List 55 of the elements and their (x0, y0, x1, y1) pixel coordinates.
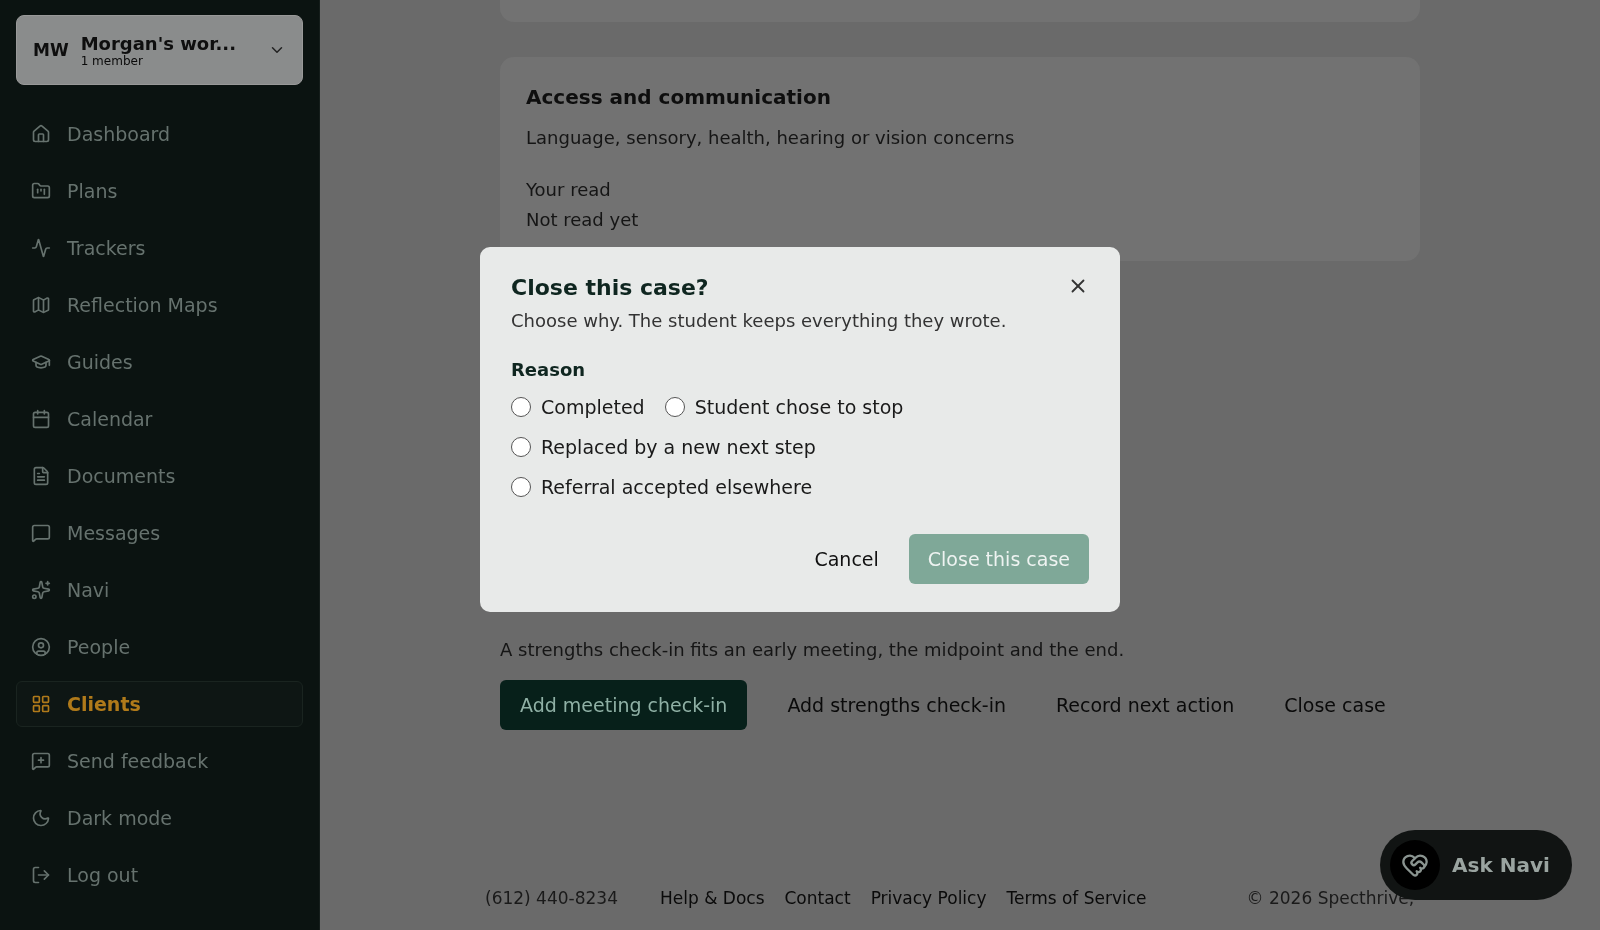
cancel-button[interactable]: Cancel (796, 534, 897, 584)
sidebar-item[interactable]: Documents (16, 452, 303, 499)
sidebar-item[interactable]: Plans (16, 167, 303, 214)
user-circle-icon (31, 636, 51, 657)
read-value: Not read yet (526, 208, 640, 232)
sidebar-item[interactable]: Clients (16, 680, 303, 727)
sidebar-item[interactable]: Reflection Maps (16, 281, 303, 328)
sidebar-item[interactable]: Guides (16, 338, 303, 385)
sidebar-item[interactable]: Messages (16, 509, 303, 556)
footer-link[interactable]: Contact (784, 888, 851, 908)
card-title: Access and communication (526, 85, 832, 109)
sparkle-icon (31, 579, 51, 600)
house-icon (31, 123, 51, 144)
logout-icon (31, 864, 51, 885)
feedback-icon (31, 750, 51, 771)
option-label: Completed (541, 396, 645, 418)
sidebar-item[interactable]: Calendar (16, 395, 303, 442)
workspace-initials: MW (33, 40, 69, 60)
action-button[interactable]: Add strengths check-in (767, 680, 1026, 730)
folder-icon (31, 180, 51, 201)
footer-link[interactable]: Help & Docs (659, 888, 765, 908)
phone-number: (612) 440-8234 (485, 888, 618, 908)
sidebar-item[interactable]: Log out (16, 851, 303, 898)
map-icon (31, 294, 51, 315)
member-count: 1 member (80, 53, 143, 68)
sidebar-item[interactable]: Send feedback (16, 737, 303, 784)
sidebar-item[interactable]: People (16, 623, 303, 670)
confirm-button[interactable]: Close this case (908, 534, 1089, 584)
action-button[interactable]: Record next action (1036, 680, 1255, 730)
document-icon (31, 465, 51, 486)
workspace-name: Morgan's wor... (80, 32, 237, 54)
chat-icon (31, 522, 51, 543)
sidebar-item[interactable]: Navi (16, 566, 303, 613)
pulse-icon (31, 237, 51, 258)
sidebar-item[interactable]: Dashboard (16, 110, 303, 157)
grid-icon (31, 693, 51, 714)
action-button[interactable]: Close case (1264, 680, 1406, 730)
calendar-icon (31, 408, 51, 429)
radio-button[interactable] (664, 397, 685, 417)
radio-button[interactable] (511, 397, 531, 417)
radio-button[interactable] (511, 437, 531, 457)
strengths-note: A strengths check-in fits an early meeting, the midpoint and the end. (500, 639, 1126, 660)
footer-link[interactable]: Terms of Service (1006, 888, 1147, 908)
action-button[interactable]: Add meeting check-in (500, 680, 748, 730)
sidebar-item[interactable]: Dark mode (16, 794, 303, 841)
moon-icon (31, 807, 51, 828)
footer-link[interactable]: Privacy Policy (870, 888, 987, 908)
sidebar-item[interactable]: Trackers (16, 224, 303, 271)
radio-button[interactable] (511, 477, 531, 497)
reason-option[interactable]: Completed (511, 396, 645, 418)
card-description: Language, sensory, health, hearing or vision concerns (526, 126, 1016, 150)
reason-label: Reason (511, 359, 587, 380)
dialog-title: Close this case? (511, 275, 709, 300)
read-label: Your read (526, 178, 612, 202)
dialog-subtitle: Choose why. The student keeps everything they wrote. (511, 310, 1008, 331)
